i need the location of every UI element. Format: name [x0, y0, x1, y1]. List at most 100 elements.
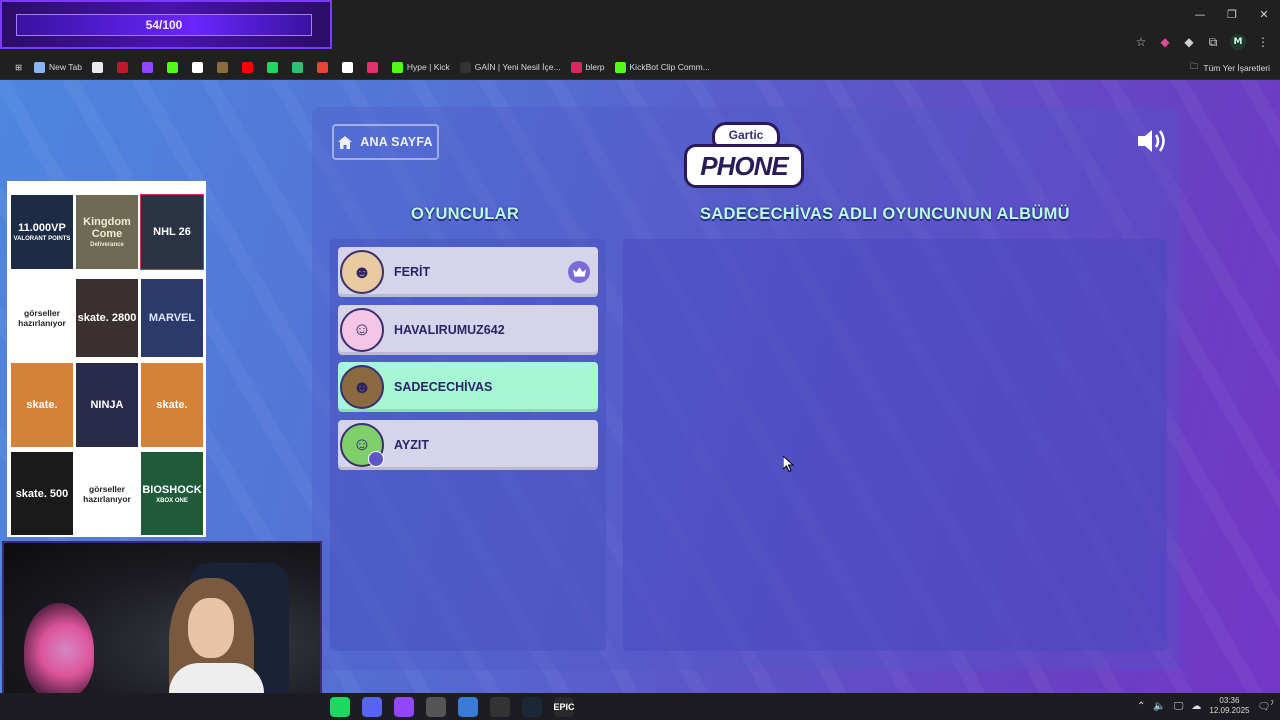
crown-icon — [568, 261, 590, 283]
bookmark-item[interactable] — [287, 57, 312, 77]
controller-icon[interactable] — [426, 697, 446, 717]
avatar-face-icon: ☺ — [352, 434, 372, 454]
steam-icon[interactable] — [522, 697, 542, 717]
extensions-puzzle-icon[interactable]: ⧉ — [1206, 35, 1220, 50]
avatar-face-icon: ☻ — [352, 376, 372, 397]
gartic-phone-logo: Gartic PHONE — [684, 122, 808, 194]
ad-tile[interactable]: görseller hazırlanıyor — [11, 279, 73, 357]
all-bookmarks-label: Tüm Yer İşaretleri — [1203, 62, 1270, 73]
players-list: ☻ FERİT ☺ HAVALIRUMUZ642 ☻ SADECECHİVAS ☺ AYZIT — [330, 239, 606, 651]
bookmark-item[interactable] — [212, 57, 237, 77]
taskbar: EPIC ⌃ 🔈 🖵 ☁ 03:36 12.09.2025 🗨7 — [0, 693, 1280, 720]
bookmark-item[interactable] — [237, 57, 262, 77]
kebab-menu-icon[interactable]: ⋮ — [1256, 35, 1270, 49]
bookmark-item[interactable] — [362, 57, 387, 77]
ad-tile-title: görseller hazırlanıyor — [83, 483, 131, 504]
onedrive-icon[interactable]: ☁ — [1191, 701, 1201, 712]
ad-tile[interactable]: 11.000VP VALORANT POINTS — [11, 195, 73, 269]
bookmark-item[interactable]: Hype | Kick — [387, 57, 455, 77]
bookmark-label: KickBot Clip Comm... — [629, 62, 710, 72]
minimize-button[interactable]: — — [1184, 0, 1216, 28]
ad-tile-title: NHL 26 — [153, 226, 191, 238]
ad-tile-content: skate. — [156, 399, 187, 411]
time: 03:36 — [1219, 696, 1240, 705]
screen-icon[interactable] — [458, 697, 478, 717]
ad-tile[interactable]: MARVEL — [141, 279, 203, 357]
ad-tile-content: NINJA — [90, 399, 123, 411]
speaker-icon[interactable] — [1136, 128, 1168, 154]
obs-icon[interactable] — [490, 697, 510, 717]
game-icon — [216, 61, 228, 73]
ad-tile-title: skate. — [156, 399, 188, 411]
microphone — [24, 603, 94, 698]
player-avatar: ☺ — [340, 422, 384, 467]
player-row[interactable]: ☻ SADECECHİVAS — [338, 362, 598, 412]
discord-icon[interactable] — [362, 697, 382, 717]
mouse-cursor-icon — [783, 456, 795, 472]
ad-tile[interactable]: Kingdom Come Deliverance — [76, 195, 138, 269]
red-icon — [116, 61, 128, 73]
ad-tile[interactable]: BIOSHOCK XBOX ONE — [141, 452, 203, 535]
kick-icon — [166, 61, 178, 73]
ad-tile[interactable]: skate. 500 — [11, 452, 73, 535]
volume-icon[interactable]: 🔈 — [1153, 701, 1165, 712]
bookmark-item[interactable] — [162, 57, 187, 77]
player-row[interactable]: ☺ AYZIT — [338, 419, 598, 470]
chevron-up-icon[interactable]: ⌃ — [1137, 701, 1145, 712]
spotify-icon[interactable] — [330, 697, 350, 717]
ad-tile-title: skate. 500 — [15, 487, 69, 500]
bookmarks-bar: ⊞ New Tab Hype | Kick GAİN | Yeni Nesil İç… — [0, 55, 1280, 80]
player-avatar: ☻ — [340, 365, 384, 409]
x-icon — [341, 61, 353, 73]
ad-tile[interactable]: skate. — [11, 363, 73, 447]
ad-tile-subtitle: VALORANT POINTS — [13, 236, 71, 242]
globe-icon — [34, 61, 45, 73]
house-icon — [338, 135, 353, 149]
ad-tile[interactable]: NHL 26 — [140, 194, 204, 270]
clock[interactable]: 03:36 12.09.2025 — [1209, 696, 1249, 716]
ad-tile[interactable]: skate. — [141, 363, 203, 447]
home-button[interactable]: ANA SAYFA — [332, 124, 439, 160]
epic-icon[interactable]: EPIC — [554, 697, 575, 717]
doc-icon — [91, 61, 103, 73]
bookmark-item[interactable] — [87, 57, 112, 77]
folder-icon: 🗀 — [1189, 60, 1199, 71]
bookmark-item[interactable] — [137, 57, 162, 77]
bookmark-item[interactable] — [312, 57, 337, 77]
close-button[interactable]: ✕ — [1248, 0, 1280, 28]
network-icon[interactable]: 🖵 — [1174, 701, 1184, 712]
ad-tile-content: görseller hazırlanıyor — [76, 484, 138, 504]
bookmark-item[interactable]: New Tab — [29, 57, 87, 77]
bookmark-item[interactable] — [337, 57, 362, 77]
apps-grid-icon[interactable]: ⊞ — [8, 57, 29, 77]
ad-tile[interactable]: skate. 2800 — [76, 279, 138, 357]
ad-panel: 11.000VP VALORANT POINTS Kingdom Come Deliv… — [7, 181, 206, 537]
bookmark-item[interactable]: GAİN | Yeni Nesil İçe... — [455, 57, 566, 77]
ad-tile-title: Kingdom Come — [83, 216, 131, 240]
all-bookmarks[interactable]: 🗀 Tüm Yer İşaretleri — [1190, 55, 1270, 80]
profile-avatar[interactable]: M — [1230, 34, 1246, 50]
bookmark-item[interactable]: blerp — [566, 57, 610, 77]
ad-tile[interactable]: NINJA — [76, 363, 138, 447]
home-label: ANA SAYFA — [360, 135, 433, 149]
ad-tile-subtitle: XBOX ONE — [156, 497, 188, 504]
star-icon[interactable]: ☆ — [1134, 35, 1148, 49]
bookmark-item[interactable] — [262, 57, 287, 77]
ad-tile-subtitle: Deliverance — [90, 242, 124, 248]
bookmark-label: New Tab — [49, 62, 82, 72]
player-row[interactable]: ☻ FERİT — [338, 247, 598, 297]
bookmark-item[interactable] — [187, 57, 212, 77]
notification-count: 7 — [1270, 699, 1274, 707]
twitch-icon[interactable] — [394, 697, 414, 717]
avatar-face-icon: ☺ — [352, 319, 372, 339]
extension-pink-icon[interactable]: ◆ — [1158, 35, 1172, 49]
extension-diamond-icon[interactable]: ◆ — [1182, 35, 1196, 49]
notification-icon[interactable]: 🗨7 — [1257, 700, 1274, 712]
bookmark-item[interactable] — [112, 57, 137, 77]
ad-tile[interactable]: görseller hazırlanıyor — [76, 452, 138, 535]
album-title: SADECECHİVAS ADLI OYUNCUNUN ALBÜMÜ — [700, 205, 1070, 223]
restore-button[interactable]: ❐ — [1216, 0, 1248, 28]
players-title: OYUNCULAR — [411, 205, 520, 223]
player-row[interactable]: ☺ HAVALIRUMUZ642 — [338, 304, 598, 355]
bookmark-item[interactable]: KickBot Clip Comm... — [610, 57, 715, 77]
